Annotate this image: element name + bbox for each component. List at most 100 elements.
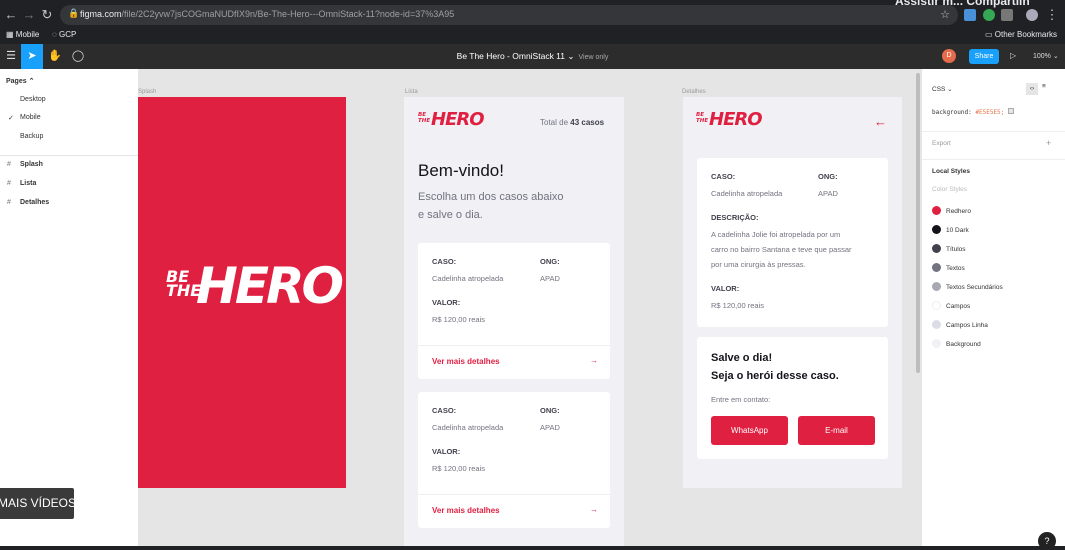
style-campos-linha[interactable]: Campos Linha [946,322,988,329]
detail-card: CASO: Cadelinha atropelada ONG: APAD DES… [697,158,888,327]
detalhes-frame[interactable]: BE THE HERO ← CASO: Cadelinha atropelada … [683,97,902,488]
page-mobile[interactable]: Mobile [20,114,41,121]
frame-icon: # [7,199,11,206]
caso-label: CASO: [711,172,736,181]
browser-chrome: ← → ↻ 🔒 figma.com/file/2C2yvw7jsCOGmaNUD… [0,0,1065,44]
help-icon[interactable]: ? [1038,532,1056,550]
address-bar[interactable]: 🔒 figma.com/file/2C2yvw7jsCOGmaNUDfIX9n/… [60,5,958,25]
valor-value: R$ 120,00 reais [432,464,485,473]
color-styles-header: Color Styles [932,186,968,193]
subtitle-line-2: e salve o dia. [418,209,483,221]
splash-frame[interactable]: BE THE HERO [138,97,346,488]
ong-value: APAD [540,274,560,283]
style-background[interactable]: Background [946,341,981,348]
arrow-right-icon[interactable]: → [590,505,598,514]
code-icon[interactable]: ‹› [1026,83,1038,95]
url-text: figma.com/file/2C2yvw7jsCOGmaNUDfIX9n/Be… [80,9,455,19]
bookmark-gcp[interactable]: ◌ GCP [52,30,76,39]
frame-label-lista[interactable]: Lista [405,89,418,95]
caso-value: Cadelinha atropelada [432,274,504,283]
divider [922,131,1065,132]
seja-o-heroi-title: Seja o herói desse caso. [711,370,839,382]
other-bookmarks[interactable]: ▭ Other Bookmarks [985,30,1057,39]
add-export-icon[interactable]: + [1046,138,1051,148]
local-styles-header: Local Styles [932,168,970,175]
lista-frame[interactable]: BE THE HERO Total de 43 casos Bem-vindo! … [404,97,624,546]
ver-mais-detalhes-link[interactable]: Ver mais detalhes [432,506,500,515]
color-swatch-campos [932,301,941,310]
style-textos-secundarios[interactable]: Textos Secundários [946,284,1003,291]
bookmark-mobile[interactable]: ▦ Mobile [6,30,39,39]
incident-card[interactable]: CASO: Cadelinha atropelada ONG: APAD VAL… [418,392,610,528]
page-desktop[interactable]: Desktop [20,96,46,103]
menu-kebab-icon[interactable]: ⋮ [1044,7,1060,23]
share-button[interactable]: Share [969,49,999,64]
layer-detalhes[interactable]: Detalhes [20,199,49,206]
ong-label: ONG: [540,406,560,415]
canvas-scrollbar[interactable] [916,73,920,373]
salve-o-dia-title: Salve o dia! [711,352,773,364]
valor-value: R$ 120,00 reais [432,315,485,324]
pages-header[interactable]: Pages ⌃ [6,77,34,85]
design-canvas[interactable]: Splash BE THE HERO Lista BE THE HERO Total… [138,69,922,546]
style-titulos[interactable]: Títulos [946,246,966,253]
ong-label: ONG: [818,172,838,181]
incident-card[interactable]: CASO: Cadelinha atropelada ONG: APAD VAL… [418,243,610,379]
css-mode-select[interactable]: CSS ⌄ [932,85,953,93]
user-avatar[interactable]: D [942,49,956,63]
descricao-line-2: carro no bairro Santana e teve que passa… [711,245,852,254]
color-swatch-textos [932,263,941,272]
email-button[interactable]: E-mail [798,416,875,445]
subtitle-line-1: Escolha um dos casos abaixo [418,191,564,203]
whatsapp-button[interactable]: WhatsApp [711,416,788,445]
bookmarks-bar: ▦ Mobile ◌ GCP ▭ Other Bookmarks [0,28,1065,44]
color-swatch-titulos [932,244,941,253]
bookmark-star-icon[interactable]: ☆ [940,8,950,21]
caso-label: CASO: [432,406,457,415]
figma-toolbar: ☰ ➤ ✋ ◯ Be The Hero - OmniStack 11 ⌄ View… [0,44,1065,69]
back-icon[interactable]: ← [3,7,19,23]
css-code: background: #E5E5E5; [932,108,1014,116]
list-icon[interactable]: ≡ [1042,83,1046,90]
valor-label: VALOR: [432,298,461,307]
ver-mais-detalhes-link[interactable]: Ver mais detalhes [432,357,500,366]
contact-card: Salve o dia! Seja o herói desse caso. En… [697,337,888,459]
mais-videos-button[interactable]: MAIS VÍDEOS [0,488,76,519]
style-campos[interactable]: Campos [946,303,970,310]
frame-icon: # [7,180,11,187]
document-title[interactable]: Be The Hero - OmniStack 11 ⌄ View only [0,51,1065,62]
extension-icon[interactable] [964,9,976,21]
style-redhero[interactable]: Redhero [946,208,971,215]
lock-icon: 🔒 [68,8,80,18]
zoom-level[interactable]: 100% ⌄ [1033,52,1059,60]
ong-label: ONG: [540,257,560,266]
frame-label-splash[interactable]: Splash [138,89,156,95]
ong-value: APAD [818,189,838,198]
layer-splash[interactable]: Splash [20,161,43,168]
ong-value: APAD [540,423,560,432]
style-dark[interactable]: 10 Dark [946,227,969,234]
divider [418,494,610,495]
descricao-line-1: A cadelinha Jolie foi atropelada por um [711,230,841,239]
page-backup[interactable]: Backup [20,133,43,140]
arrow-right-icon[interactable]: → [590,356,598,365]
layer-lista[interactable]: Lista [20,180,36,187]
extension-icon[interactable] [1001,9,1013,21]
descricao-label: DESCRIÇÃO: [711,213,759,222]
frame-label-detalhes[interactable]: Detalhes [682,89,706,95]
back-arrow-icon[interactable]: ← [874,114,887,129]
reload-icon[interactable]: ↻ [39,7,55,23]
logo-hero: HERO [196,257,344,315]
forward-icon[interactable]: → [21,7,37,23]
descricao-line-3: por uma cirurgia às pressas. [711,260,806,269]
caso-label: CASO: [432,257,457,266]
frame-icon: # [7,161,11,168]
color-swatch-textos-secundarios [932,282,941,291]
caso-value: Cadelinha atropelada [432,423,504,432]
logo-be-the: BE THE [418,112,431,124]
style-textos[interactable]: Textos [946,265,965,272]
logo-be-the: BE THE [696,112,709,124]
grammarly-icon[interactable] [983,9,995,21]
present-icon[interactable]: ▷ [1010,51,1016,60]
profile-avatar[interactable] [1026,9,1038,21]
